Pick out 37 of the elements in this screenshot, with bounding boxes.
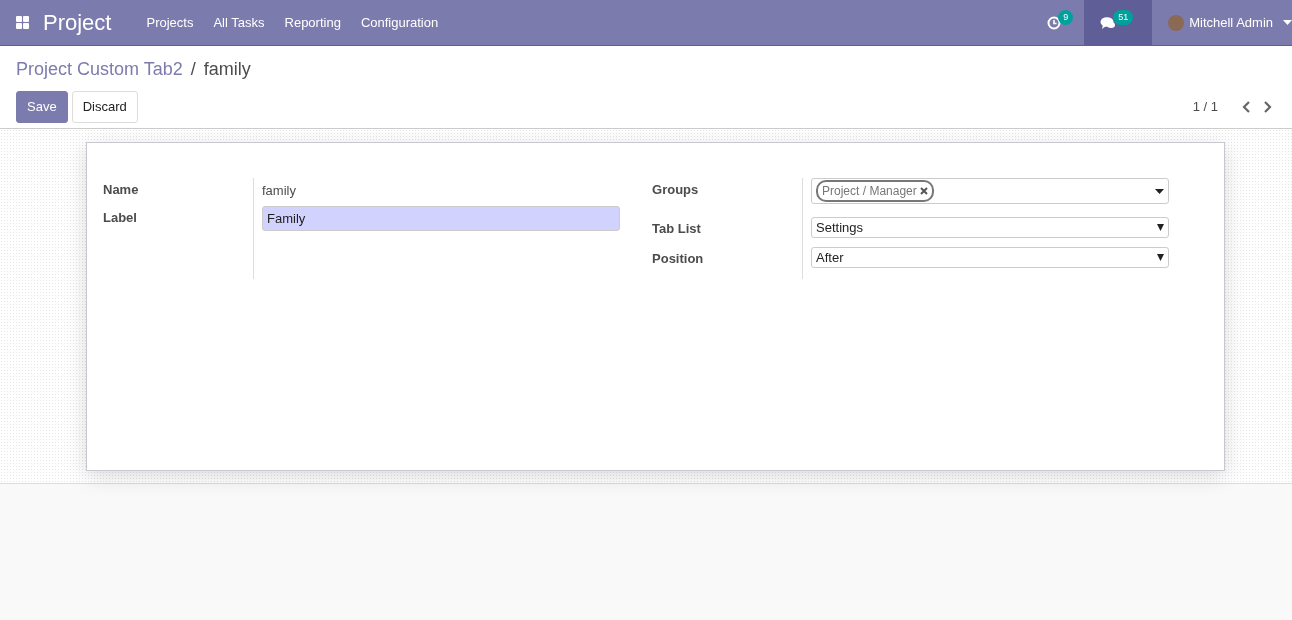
dropdown-field[interactable]: After xyxy=(811,247,1170,268)
chat-icon xyxy=(1100,15,1117,30)
breadcrumb-link[interactable]: Project Custom Tab2 xyxy=(16,56,183,83)
breadcrumb-separator: / xyxy=(190,58,196,81)
discard-button[interactable]: Discard xyxy=(71,91,138,123)
clock-icon[interactable] xyxy=(1047,15,1062,30)
pager-value: 1 / 1 xyxy=(1192,98,1218,116)
previous-icon[interactable] xyxy=(1242,100,1251,113)
field-label: Name xyxy=(103,182,139,197)
field-label: Tab List xyxy=(652,221,701,236)
menu-item[interactable]: All Tasks xyxy=(203,12,275,33)
next-icon[interactable] xyxy=(1263,100,1272,113)
field-label: Position xyxy=(652,251,704,266)
messages-button[interactable]: 51 xyxy=(1084,0,1153,46)
avatar xyxy=(1168,14,1185,31)
dropdown-field[interactable]: Settings xyxy=(811,217,1170,238)
field-value: family xyxy=(262,182,296,200)
tag: Project / Manager xyxy=(816,180,934,202)
user-menu[interactable]: Mitchell Admin xyxy=(1152,0,1292,46)
menu-item[interactable]: Projects xyxy=(136,12,204,33)
apps-menu-icon[interactable] xyxy=(16,16,29,29)
menu-item[interactable]: Reporting xyxy=(274,12,351,33)
save-button[interactable]: Save xyxy=(16,91,68,123)
caret-icon xyxy=(1157,224,1165,231)
caret-icon xyxy=(1157,254,1165,261)
remove-icon[interactable] xyxy=(919,187,928,195)
field-label: Groups xyxy=(652,182,699,197)
activity-count-badge: 9 xyxy=(1058,9,1074,26)
field-label: Label xyxy=(103,210,137,225)
tags-field[interactable]: Project / Manager xyxy=(811,178,1170,204)
message-count-badge: 51 xyxy=(1113,9,1134,26)
breadcrumb-current: family xyxy=(203,58,251,81)
caret-icon xyxy=(1283,20,1292,25)
input-field[interactable]: Family xyxy=(262,206,620,231)
menu-item[interactable]: Configuration xyxy=(350,12,449,33)
app-title: Project xyxy=(43,9,112,37)
caret-icon xyxy=(1155,188,1165,194)
